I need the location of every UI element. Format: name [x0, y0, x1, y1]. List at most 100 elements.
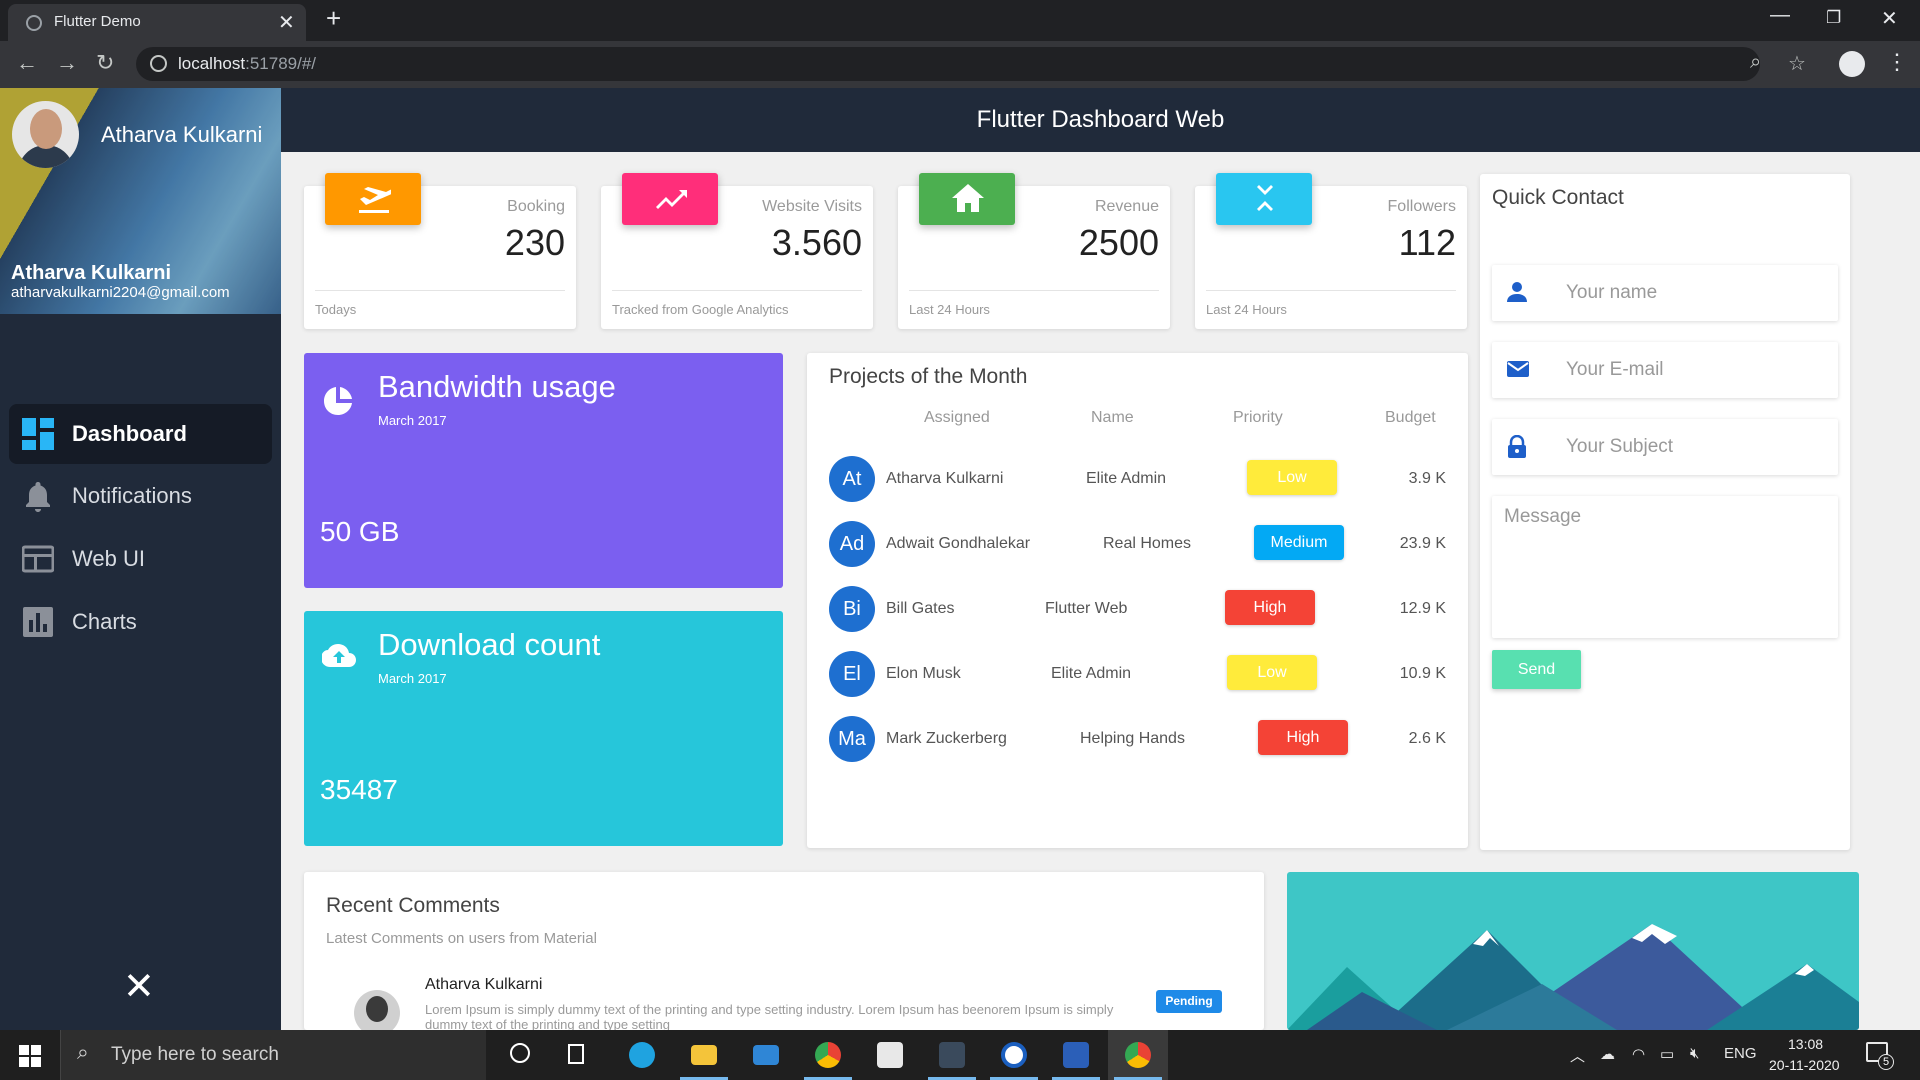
site-info-icon[interactable]	[150, 55, 167, 72]
edge-icon[interactable]	[612, 1030, 672, 1080]
pie-chart-icon	[324, 387, 352, 415]
bookmark-star-icon[interactable]: ☆	[1788, 51, 1806, 76]
browser-tab-strip: Flutter Demo ✕ + — ❐ ✕	[0, 0, 1920, 41]
cloud-upload-icon	[322, 644, 356, 667]
assigned-person: Bill Gates	[886, 600, 955, 617]
project-name: Elite Admin	[1086, 470, 1167, 487]
new-tab-button[interactable]: +	[326, 5, 341, 31]
stat-footer: Todays	[315, 302, 357, 317]
zoom-icon[interactable]: ⌕	[1750, 51, 1761, 74]
clock-time[interactable]: 13:08	[1788, 1036, 1823, 1052]
close-drawer-icon[interactable]: ✕	[123, 968, 155, 1006]
windows-start-icon[interactable]	[19, 1045, 41, 1067]
profile-icon[interactable]	[1839, 51, 1865, 77]
email-input[interactable]	[1566, 342, 1826, 398]
avatar[interactable]	[12, 101, 79, 168]
browser-menu-icon[interactable]: ⋮	[1886, 49, 1908, 75]
priority-badge: High	[1258, 720, 1348, 755]
table-row[interactable]: Bi Bill Gates Flutter Web High 12.9 K	[807, 586, 1468, 636]
chevron-up-icon[interactable]: ︿	[1570, 1045, 1585, 1066]
status-badge: Pending	[1156, 990, 1222, 1013]
chrome-active-icon[interactable]	[1108, 1030, 1168, 1080]
stat-value: 230	[504, 222, 565, 263]
file-explorer-icon[interactable]	[674, 1030, 734, 1080]
sidebar-item-web-ui[interactable]: Web UI	[9, 529, 272, 589]
sidebar-item-dashboard[interactable]: Dashboard	[9, 404, 272, 464]
card-value: 35487	[320, 774, 398, 805]
tab-close-icon[interactable]: ✕	[278, 10, 295, 35]
globe-icon	[26, 15, 42, 31]
project-name: Elite Admin	[1051, 665, 1132, 682]
clock-date[interactable]: 20-11-2020	[1769, 1057, 1840, 1073]
search-placeholder: Type here to search	[111, 1044, 279, 1065]
message-input[interactable]	[1492, 496, 1838, 638]
card-subtitle: March 2017	[378, 413, 447, 428]
stat-card-booking: Booking 230 Todays	[304, 173, 576, 329]
card-subtitle: March 2017	[378, 671, 447, 686]
table-row[interactable]: El Elon Musk Elite Admin Low 10.9 K	[807, 651, 1468, 701]
task-view-button[interactable]	[550, 1030, 610, 1080]
sidebar-item-label: Dashboard	[72, 421, 187, 446]
avatar: El	[829, 651, 875, 697]
message-field[interactable]	[1492, 496, 1838, 638]
divider	[1206, 290, 1456, 291]
column-header-assigned: Assigned	[924, 409, 990, 426]
subject-field[interactable]	[1492, 419, 1838, 475]
chart-icon	[23, 607, 53, 637]
person-icon	[1507, 282, 1527, 302]
mail-icon[interactable]	[736, 1030, 796, 1080]
table-row[interactable]: Ma Mark Zuckerberg Helping Hands High 2.…	[807, 716, 1468, 766]
trending-up-icon	[622, 173, 718, 225]
window-close-icon[interactable]: ✕	[1881, 6, 1898, 31]
taskbar-search[interactable]: ⌕ Type here to search	[60, 1030, 486, 1080]
home-icon	[919, 173, 1015, 225]
sidebar-item-notifications[interactable]: Notifications	[9, 466, 272, 526]
table-row[interactable]: Ad Adwait Gondhalekar Real Homes Medium …	[807, 521, 1468, 571]
quick-contact-card: Quick Contact Send	[1480, 174, 1850, 850]
column-header-priority: Priority	[1233, 409, 1283, 426]
sidebar-item-charts[interactable]: Charts	[9, 592, 272, 652]
divider	[612, 290, 862, 291]
terminal-app-icon[interactable]	[922, 1030, 982, 1080]
stat-label: Followers	[1387, 198, 1456, 215]
forward-arrow-icon[interactable]: →	[56, 50, 78, 76]
send-button[interactable]: Send	[1492, 650, 1581, 689]
stat-card-website-visits: Website Visits 3.560 Tracked from Google…	[601, 173, 873, 329]
cortana-button[interactable]	[490, 1030, 550, 1080]
word-icon[interactable]	[1046, 1030, 1106, 1080]
page-title: Flutter Dashboard Web	[976, 106, 1225, 133]
lock-icon	[1508, 435, 1526, 458]
wordpad-icon[interactable]	[984, 1030, 1044, 1080]
name-input[interactable]	[1566, 265, 1826, 321]
name-field[interactable]	[1492, 265, 1838, 321]
app-bar: Flutter Dashboard Web	[281, 88, 1920, 152]
card-title: Download count	[378, 627, 601, 662]
flight-takeoff-icon	[325, 173, 421, 225]
language-indicator[interactable]: ENG	[1724, 1045, 1757, 1062]
battery-icon[interactable]: ▭	[1660, 1045, 1674, 1063]
projects-card: Projects of the Month Assigned Name Prio…	[807, 353, 1468, 848]
minimize-icon[interactable]: —	[1770, 4, 1790, 27]
stat-value: 2500	[1078, 222, 1159, 263]
volume-muted-icon[interactable]: 🔇︎	[1690, 1045, 1699, 1062]
bandwidth-card: Bandwidth usage March 2017 50 GB	[304, 353, 783, 588]
stat-footer: Last 24 Hours	[1206, 302, 1287, 317]
notification-count-badge: 5	[1878, 1054, 1894, 1070]
address-bar: ← → ↻ localhost:51789/#/ ⌕ ☆ ⋮	[0, 41, 1920, 88]
subject-input[interactable]	[1566, 419, 1826, 475]
table-row[interactable]: At Atharva Kulkarni Elite Admin Low 3.9 …	[807, 456, 1468, 506]
priority-badge: Medium	[1254, 525, 1344, 560]
chrome-icon[interactable]	[798, 1030, 858, 1080]
reload-icon[interactable]: ↻	[96, 50, 114, 76]
back-arrow-icon[interactable]: ←	[16, 50, 38, 76]
wifi-icon[interactable]: ◠	[1632, 1045, 1645, 1063]
cloud-icon[interactable]: ☁	[1600, 1045, 1615, 1063]
dashboard-icon	[22, 418, 54, 450]
store-icon[interactable]	[860, 1030, 920, 1080]
email-field[interactable]	[1492, 342, 1838, 398]
restore-icon[interactable]: ❐	[1826, 8, 1841, 28]
url-text[interactable]: localhost:51789/#/	[178, 54, 316, 74]
browser-tab[interactable]: Flutter Demo ✕	[8, 4, 306, 41]
project-name: Helping Hands	[1080, 730, 1185, 747]
omnibox[interactable]: localhost:51789/#/ ⌕ ☆	[136, 47, 1806, 81]
